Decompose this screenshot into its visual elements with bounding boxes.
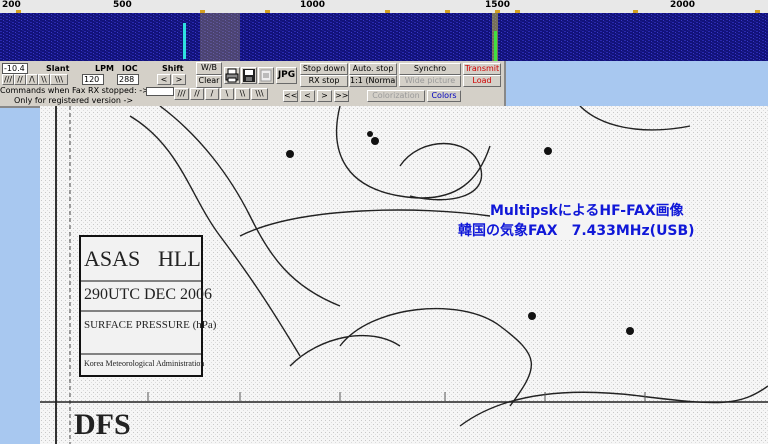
open-image-icon[interactable] [258, 67, 274, 84]
shift-right-button[interactable]: > [172, 74, 186, 85]
chart-title-hll: HLL [158, 246, 201, 271]
shift-label: Shift [162, 64, 184, 73]
rx-stop-button[interactable]: RX stop [300, 75, 348, 87]
ratio-button[interactable]: 1:1 (Normal) [349, 75, 397, 87]
clear-button[interactable]: Clear [196, 75, 222, 88]
shift-left-button[interactable]: < [157, 74, 171, 85]
weather-map [40, 106, 768, 444]
nav-last-button[interactable]: >> [334, 90, 349, 102]
colorization-button[interactable]: Colorization [367, 90, 425, 102]
slant-button[interactable]: // [190, 88, 204, 100]
slant-value-field[interactable]: -10.4 [2, 63, 28, 74]
freq-label-2000: 2000 [670, 0, 696, 10]
lpm-field[interactable]: 120 [82, 74, 104, 85]
chart-title-asas: ASAS [84, 246, 141, 271]
registered-note: Only for registered version -> [14, 96, 134, 105]
chart-issuer: Korea Meteorological Administration [84, 359, 205, 368]
slant-button[interactable]: \\ [235, 88, 250, 100]
freq-label-1500: 1500 [485, 0, 511, 10]
synchro-button[interactable]: Synchro [399, 63, 461, 75]
caption-title: MultipskによるHF-FAX画像 [490, 200, 684, 220]
slant-button[interactable]: /// [174, 88, 189, 100]
wide-picture-button[interactable]: Wide picture [399, 75, 461, 87]
nav-next-button[interactable]: > [317, 90, 332, 102]
chart-subtitle: SURFACE PRESSURE (hPa) [84, 319, 217, 331]
waterfall-spectrum [0, 13, 768, 61]
slant-button[interactable]: /\ [26, 74, 38, 85]
chart-date: 290UTC DEC 2006 [84, 286, 212, 303]
transmit-button[interactable]: Transmit [463, 63, 501, 75]
slant-button[interactable]: \\\ [50, 74, 68, 85]
wb-button[interactable]: W/B [196, 62, 222, 75]
caption-frequency: 韓国の気象FAX 7.433MHz(USB) [458, 220, 695, 240]
ioc-field[interactable]: 288 [117, 74, 139, 85]
jpg-button[interactable]: JPG [276, 67, 297, 84]
waterfall-display[interactable] [0, 13, 768, 61]
ioc-label: IOC [122, 64, 138, 73]
slant-label: Slant [46, 64, 70, 73]
stop-down-button[interactable]: Stop down [300, 63, 348, 75]
slant-button[interactable]: \ [220, 88, 234, 100]
slant-button[interactable]: // [14, 74, 26, 85]
colors-button[interactable]: Colors [427, 90, 461, 102]
slant-button[interactable]: /// [2, 74, 14, 85]
load-button[interactable]: Load [463, 75, 501, 87]
command-input[interactable] [146, 87, 174, 96]
nav-prev-button[interactable]: < [300, 90, 315, 102]
freq-label-500: 500 [113, 0, 132, 10]
fax-image-canvas: ASAS HLL 290UTC DEC 2006 SURFACE PRESSUR… [40, 106, 768, 444]
freq-label-1000: 1000 [300, 0, 326, 10]
slant-button[interactable]: \\\ [251, 88, 268, 100]
commands-note: Commands when Fax RX stopped: -> [0, 86, 149, 95]
slant-button[interactable]: \\ [38, 74, 50, 85]
print-icon[interactable] [224, 67, 240, 84]
save-icon[interactable] [241, 67, 257, 84]
chart-footer: DFS [74, 408, 131, 441]
nav-first-button[interactable]: << [283, 90, 298, 102]
fax-control-toolbar: -10.4 Slant LPM IOC Shift /// // /\ \\ \… [0, 61, 506, 108]
frequency-scale[interactable]: 200 500 1000 1500 2000 [0, 0, 768, 14]
freq-label-200: 200 [2, 0, 21, 10]
auto-stop-button[interactable]: Auto. stop [349, 63, 397, 75]
slant-button[interactable]: / [205, 88, 219, 100]
lpm-label: LPM [95, 64, 114, 73]
